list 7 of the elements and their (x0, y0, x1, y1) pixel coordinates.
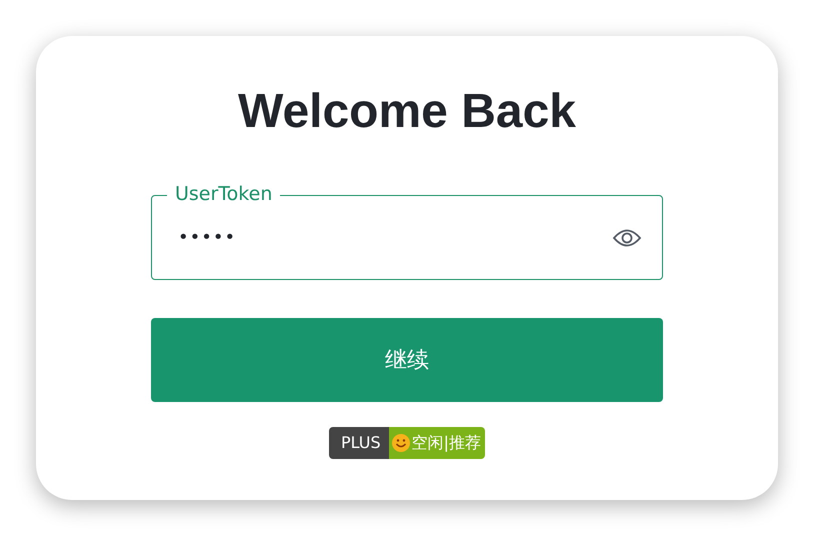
continue-button[interactable]: 继续 (151, 318, 663, 402)
smiley-icon (390, 433, 411, 453)
badge-status: 空闲|推荐 (412, 432, 482, 454)
welcome-title: Welcome Back (238, 84, 576, 140)
badge-label: PLUS (328, 427, 389, 459)
token-input[interactable]: ••••• (178, 224, 612, 251)
eye-icon[interactable] (612, 226, 642, 248)
